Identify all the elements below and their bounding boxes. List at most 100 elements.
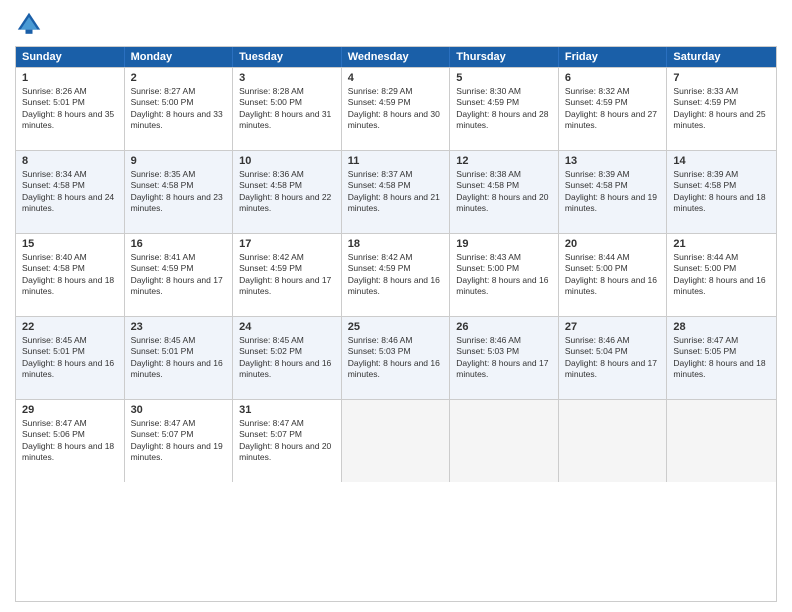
calendar-day-24: 24 Sunrise: 8:45 AMSunset: 5:02 PMDayligh… xyxy=(233,317,342,399)
day-details: Sunrise: 8:47 AMSunset: 5:05 PMDaylight:… xyxy=(673,335,770,381)
calendar-day-5: 5 Sunrise: 8:30 AMSunset: 4:59 PMDaylight… xyxy=(450,68,559,150)
day-number: 1 xyxy=(22,72,118,84)
calendar-day-2: 2 Sunrise: 8:27 AMSunset: 5:00 PMDaylight… xyxy=(125,68,234,150)
day-number: 13 xyxy=(565,155,661,167)
calendar-empty-cell xyxy=(667,400,776,482)
day-number: 6 xyxy=(565,72,661,84)
day-number: 30 xyxy=(131,404,227,416)
header xyxy=(15,10,777,38)
day-number: 16 xyxy=(131,238,227,250)
day-number: 26 xyxy=(456,321,552,333)
weekday-header-friday: Friday xyxy=(559,47,668,67)
calendar-week-5: 29Sunrise: 8:47 AMSunset: 5:06 PMDayligh… xyxy=(16,399,776,482)
day-details: Sunrise: 8:37 AMSunset: 4:58 PMDaylight:… xyxy=(348,169,444,215)
day-number: 18 xyxy=(348,238,444,250)
calendar-day-12: 12 Sunrise: 8:38 AMSunset: 4:58 PMDayligh… xyxy=(450,151,559,233)
day-details: Sunrise: 8:27 AMSunset: 5:00 PMDaylight:… xyxy=(131,86,227,132)
weekday-header-wednesday: Wednesday xyxy=(342,47,451,67)
calendar-day-14: 14 Sunrise: 8:39 AMSunset: 4:58 PMDayligh… xyxy=(667,151,776,233)
day-number: 25 xyxy=(348,321,444,333)
calendar-header: SundayMondayTuesdayWednesdayThursdayFrid… xyxy=(16,47,776,67)
weekday-header-monday: Monday xyxy=(125,47,234,67)
logo xyxy=(15,10,47,38)
calendar-week-4: 22Sunrise: 8:45 AMSunset: 5:01 PMDayligh… xyxy=(16,316,776,399)
day-number: 23 xyxy=(131,321,227,333)
calendar-day-31: 31 Sunrise: 8:47 AMSunset: 5:07 PMDayligh… xyxy=(233,400,342,482)
calendar-day-4: 4 Sunrise: 8:29 AMSunset: 4:59 PMDaylight… xyxy=(342,68,451,150)
day-details: Sunrise: 8:34 AMSunset: 4:58 PMDaylight:… xyxy=(22,169,118,215)
calendar-day-22: 22Sunrise: 8:45 AMSunset: 5:01 PMDayligh… xyxy=(16,317,125,399)
day-details: Sunrise: 8:40 AMSunset: 4:58 PMDaylight:… xyxy=(22,252,118,298)
day-details: Sunrise: 8:46 AMSunset: 5:04 PMDaylight:… xyxy=(565,335,661,381)
day-number: 28 xyxy=(673,321,770,333)
day-details: Sunrise: 8:44 AMSunset: 5:00 PMDaylight:… xyxy=(565,252,661,298)
day-details: Sunrise: 8:45 AMSunset: 5:01 PMDaylight:… xyxy=(22,335,118,381)
weekday-header-sunday: Sunday xyxy=(16,47,125,67)
day-details: Sunrise: 8:28 AMSunset: 5:00 PMDaylight:… xyxy=(239,86,335,132)
day-details: Sunrise: 8:43 AMSunset: 5:00 PMDaylight:… xyxy=(456,252,552,298)
calendar-day-23: 23Sunrise: 8:45 AMSunset: 5:01 PMDayligh… xyxy=(125,317,234,399)
page: SundayMondayTuesdayWednesdayThursdayFrid… xyxy=(0,0,792,612)
day-details: Sunrise: 8:32 AMSunset: 4:59 PMDaylight:… xyxy=(565,86,661,132)
day-details: Sunrise: 8:42 AMSunset: 4:59 PMDaylight:… xyxy=(348,252,444,298)
day-number: 21 xyxy=(673,238,770,250)
weekday-header-tuesday: Tuesday xyxy=(233,47,342,67)
weekday-header-thursday: Thursday xyxy=(450,47,559,67)
day-number: 11 xyxy=(348,155,444,167)
day-details: Sunrise: 8:36 AMSunset: 4:58 PMDaylight:… xyxy=(239,169,335,215)
day-details: Sunrise: 8:45 AMSunset: 5:02 PMDaylight:… xyxy=(239,335,335,381)
day-number: 5 xyxy=(456,72,552,84)
day-number: 29 xyxy=(22,404,118,416)
calendar-day-26: 26 Sunrise: 8:46 AMSunset: 5:03 PMDayligh… xyxy=(450,317,559,399)
day-details: Sunrise: 8:42 AMSunset: 4:59 PMDaylight:… xyxy=(239,252,335,298)
day-details: Sunrise: 8:30 AMSunset: 4:59 PMDaylight:… xyxy=(456,86,552,132)
calendar-day-27: 27 Sunrise: 8:46 AMSunset: 5:04 PMDayligh… xyxy=(559,317,668,399)
calendar-week-2: 8 Sunrise: 8:34 AMSunset: 4:58 PMDaylight… xyxy=(16,150,776,233)
calendar-empty-cell xyxy=(559,400,668,482)
calendar-body: 1 Sunrise: 8:26 AMSunset: 5:01 PMDaylight… xyxy=(16,67,776,482)
day-details: Sunrise: 8:39 AMSunset: 4:58 PMDaylight:… xyxy=(673,169,770,215)
calendar-day-17: 17Sunrise: 8:42 AMSunset: 4:59 PMDayligh… xyxy=(233,234,342,316)
calendar-day-9: 9 Sunrise: 8:35 AMSunset: 4:58 PMDaylight… xyxy=(125,151,234,233)
calendar-day-18: 18 Sunrise: 8:42 AMSunset: 4:59 PMDayligh… xyxy=(342,234,451,316)
calendar-week-3: 15 Sunrise: 8:40 AMSunset: 4:58 PMDayligh… xyxy=(16,233,776,316)
day-details: Sunrise: 8:44 AMSunset: 5:00 PMDaylight:… xyxy=(673,252,770,298)
day-details: Sunrise: 8:46 AMSunset: 5:03 PMDaylight:… xyxy=(348,335,444,381)
calendar-day-16: 16 Sunrise: 8:41 AMSunset: 4:59 PMDayligh… xyxy=(125,234,234,316)
day-details: Sunrise: 8:29 AMSunset: 4:59 PMDaylight:… xyxy=(348,86,444,132)
day-details: Sunrise: 8:35 AMSunset: 4:58 PMDaylight:… xyxy=(131,169,227,215)
day-number: 24 xyxy=(239,321,335,333)
day-number: 14 xyxy=(673,155,770,167)
day-number: 27 xyxy=(565,321,661,333)
day-details: Sunrise: 8:41 AMSunset: 4:59 PMDaylight:… xyxy=(131,252,227,298)
calendar-day-28: 28 Sunrise: 8:47 AMSunset: 5:05 PMDayligh… xyxy=(667,317,776,399)
day-number: 31 xyxy=(239,404,335,416)
day-details: Sunrise: 8:26 AMSunset: 5:01 PMDaylight:… xyxy=(22,86,118,132)
calendar-day-25: 25 Sunrise: 8:46 AMSunset: 5:03 PMDayligh… xyxy=(342,317,451,399)
day-details: Sunrise: 8:33 AMSunset: 4:59 PMDaylight:… xyxy=(673,86,770,132)
day-number: 7 xyxy=(673,72,770,84)
day-number: 19 xyxy=(456,238,552,250)
calendar-week-1: 1 Sunrise: 8:26 AMSunset: 5:01 PMDaylight… xyxy=(16,67,776,150)
calendar-day-13: 13Sunrise: 8:39 AMSunset: 4:58 PMDayligh… xyxy=(559,151,668,233)
calendar-day-15: 15 Sunrise: 8:40 AMSunset: 4:58 PMDayligh… xyxy=(16,234,125,316)
day-number: 8 xyxy=(22,155,118,167)
day-number: 12 xyxy=(456,155,552,167)
calendar-day-20: 20 Sunrise: 8:44 AMSunset: 5:00 PMDayligh… xyxy=(559,234,668,316)
calendar-day-30: 30Sunrise: 8:47 AMSunset: 5:07 PMDayligh… xyxy=(125,400,234,482)
day-number: 9 xyxy=(131,155,227,167)
day-details: Sunrise: 8:46 AMSunset: 5:03 PMDaylight:… xyxy=(456,335,552,381)
logo-icon xyxy=(15,10,43,38)
day-number: 2 xyxy=(131,72,227,84)
day-number: 15 xyxy=(22,238,118,250)
calendar-day-8: 8 Sunrise: 8:34 AMSunset: 4:58 PMDaylight… xyxy=(16,151,125,233)
calendar-day-3: 3Sunrise: 8:28 AMSunset: 5:00 PMDaylight… xyxy=(233,68,342,150)
calendar-day-6: 6 Sunrise: 8:32 AMSunset: 4:59 PMDaylight… xyxy=(559,68,668,150)
calendar-day-19: 19 Sunrise: 8:43 AMSunset: 5:00 PMDayligh… xyxy=(450,234,559,316)
day-number: 20 xyxy=(565,238,661,250)
day-details: Sunrise: 8:47 AMSunset: 5:07 PMDaylight:… xyxy=(239,418,335,464)
day-number: 4 xyxy=(348,72,444,84)
day-details: Sunrise: 8:38 AMSunset: 4:58 PMDaylight:… xyxy=(456,169,552,215)
calendar-day-21: 21 Sunrise: 8:44 AMSunset: 5:00 PMDayligh… xyxy=(667,234,776,316)
calendar-day-29: 29Sunrise: 8:47 AMSunset: 5:06 PMDayligh… xyxy=(16,400,125,482)
